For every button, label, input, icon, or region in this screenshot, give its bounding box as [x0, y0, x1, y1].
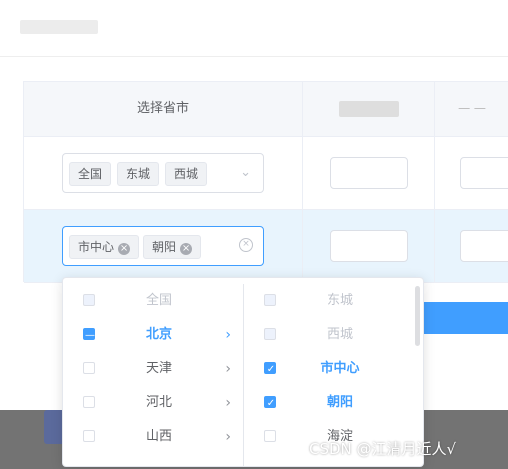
province-label: 全国	[145, 293, 172, 308]
province-menu: 全国 — 北京 › 天津 › 河北 › 山西 ›	[63, 284, 244, 466]
region-tag: 西城	[165, 162, 208, 186]
column-header-region: 选择省市	[24, 82, 303, 136]
region-tag: 朝阳 ×	[143, 235, 202, 259]
checkbox	[83, 294, 95, 306]
checkbox[interactable]: —	[83, 328, 95, 341]
region-tag-label: 市中心	[78, 240, 115, 254]
district-label: 西城	[326, 327, 353, 342]
close-icon[interactable]: ×	[180, 243, 193, 255]
column-divider	[434, 210, 435, 282]
list-item: 全国	[63, 284, 243, 318]
checkbox	[264, 294, 276, 306]
list-item: 东城	[244, 284, 423, 318]
list-item: 西城	[244, 318, 423, 352]
dialog-title	[20, 16, 100, 38]
region-tag: 全国	[69, 162, 112, 186]
chevron-down-icon[interactable]: ⌄	[240, 165, 251, 180]
table-row: 全国 东城 西城 ⌄	[24, 137, 508, 210]
region-table: 选择省市 一 一 全国 东城 西城 ⌄ 市中心 × 朝阳 × ×	[23, 81, 508, 283]
close-icon[interactable]: ×	[118, 243, 131, 255]
list-item[interactable]: 山西 ›	[63, 420, 243, 454]
chevron-right-icon: ›	[225, 395, 231, 411]
district-label: 朝阳	[326, 395, 353, 410]
province-label: 北京	[145, 327, 172, 342]
checkbox[interactable]: ✓	[264, 362, 276, 375]
row-value-input-2[interactable]	[460, 230, 508, 262]
header-divider	[0, 56, 508, 57]
list-item[interactable]: — 北京 ›	[63, 318, 243, 352]
chevron-right-icon: ›	[225, 429, 231, 445]
blurred-header-text	[338, 100, 399, 117]
district-label: 东城	[326, 293, 353, 308]
column-divider	[302, 210, 303, 282]
column-divider	[434, 137, 435, 209]
blurred-title	[20, 20, 98, 34]
blurred-header-text-2: 一 一	[458, 102, 486, 116]
region-tag: 东城	[117, 162, 160, 186]
checkbox[interactable]	[83, 430, 95, 442]
scrollbar[interactable]	[415, 286, 420, 346]
chevron-right-icon: ›	[225, 327, 231, 343]
list-item[interactable]: ✓ 朝阳	[244, 386, 423, 420]
clear-icon[interactable]: ×	[239, 238, 253, 252]
province-label: 山西	[145, 429, 172, 444]
province-label: 天津	[145, 361, 172, 376]
checkbox[interactable]	[264, 430, 276, 442]
region-cascader[interactable]: 全国 东城 西城 ⌄	[62, 153, 264, 193]
region-tag-label: 朝阳	[152, 240, 177, 254]
list-item[interactable]: 河北 ›	[63, 386, 243, 420]
checkbox[interactable]	[83, 396, 95, 408]
column-header-blurred-2: 一 一	[435, 82, 508, 136]
checkbox[interactable]	[83, 362, 95, 374]
list-item[interactable]: 天津 ›	[63, 352, 243, 386]
column-header-blurred	[303, 82, 435, 136]
primary-button[interactable]	[420, 302, 508, 334]
watermark: CSDN @江清月近人√	[309, 440, 457, 458]
checkbox[interactable]: ✓	[264, 396, 276, 409]
checkbox	[264, 328, 276, 340]
region-tag: 市中心 ×	[69, 235, 140, 259]
province-label: 河北	[145, 395, 172, 410]
district-label: 市中心	[320, 361, 360, 376]
column-divider	[302, 137, 303, 209]
table-header: 选择省市 一 一	[24, 82, 508, 137]
region-cascader[interactable]: 市中心 × 朝阳 × ×	[62, 226, 264, 266]
row-value-input-2[interactable]	[460, 157, 508, 189]
row-value-input[interactable]	[330, 157, 408, 189]
row-value-input[interactable]	[330, 230, 408, 262]
list-item[interactable]: ✓ 市中心	[244, 352, 423, 386]
table-row: 市中心 × 朝阳 × ×	[24, 210, 508, 283]
chevron-right-icon: ›	[225, 361, 231, 377]
